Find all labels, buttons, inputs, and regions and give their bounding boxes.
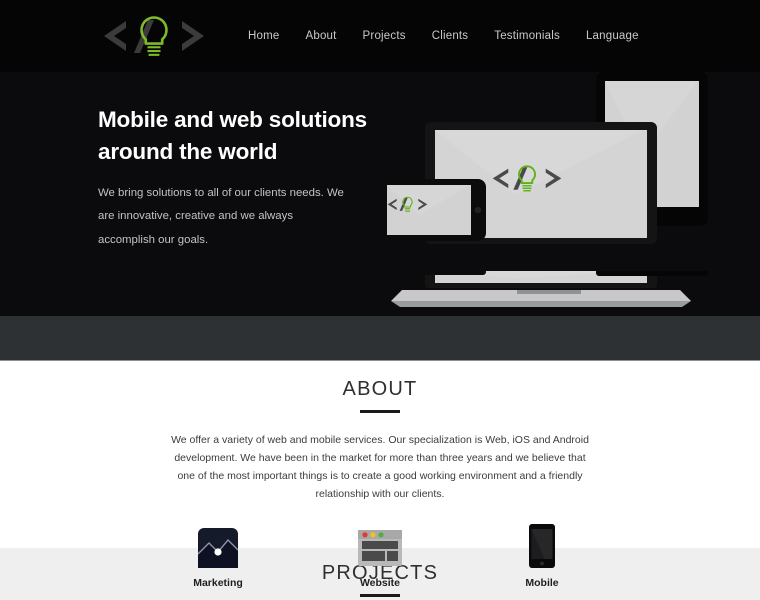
code-bulb-logo-icon	[98, 13, 210, 59]
nav-item-projects[interactable]: Projects	[363, 30, 406, 42]
projects-title-rule	[360, 594, 400, 597]
about-section: ABOUT We offer a variety of web and mobi…	[0, 361, 760, 589]
nav-item-clients[interactable]: Clients	[432, 30, 469, 42]
service-label: Mobile	[525, 577, 559, 590]
about-text: We offer a variety of web and mobile ser…	[171, 434, 589, 501]
logo-link[interactable]	[98, 13, 210, 59]
smartphone-icon	[499, 520, 585, 569]
service-label: Website	[359, 577, 401, 590]
nav-item-language[interactable]: Language	[586, 30, 639, 42]
landing-page: Home About Projects Clients Testimonials…	[0, 0, 760, 600]
service-website[interactable]: Website	[337, 520, 423, 589]
hero-subtitle: We bring solutions to all of our clients…	[98, 186, 344, 246]
hero-devices-illustration	[378, 72, 760, 316]
nav-item-testimonials[interactable]: Testimonials	[494, 30, 560, 42]
chart-icon	[175, 520, 261, 569]
hero-title: Mobile and web solutions around the worl…	[98, 107, 367, 164]
service-mobile[interactable]: Mobile	[499, 520, 585, 589]
hero-section: Mobile and web solutions around the worl…	[0, 72, 760, 316]
about-title: ABOUT	[342, 378, 418, 400]
site-header: Home About Projects Clients Testimonials…	[0, 0, 760, 72]
nav-item-home[interactable]: Home	[248, 30, 279, 42]
service-label: Marketing	[193, 577, 243, 590]
about-title-rule	[360, 410, 400, 413]
main-navigation: Home About Projects Clients Testimonials…	[248, 30, 639, 42]
nav-item-about[interactable]: About	[305, 30, 336, 42]
services-list: Marketing Website Mobile	[0, 520, 760, 589]
browser-window-icon	[337, 520, 423, 568]
hero-copy: Mobile and web solutions around the worl…	[98, 104, 398, 252]
service-marketing[interactable]: Marketing	[175, 520, 261, 589]
hero-bottom-band	[0, 269, 760, 361]
